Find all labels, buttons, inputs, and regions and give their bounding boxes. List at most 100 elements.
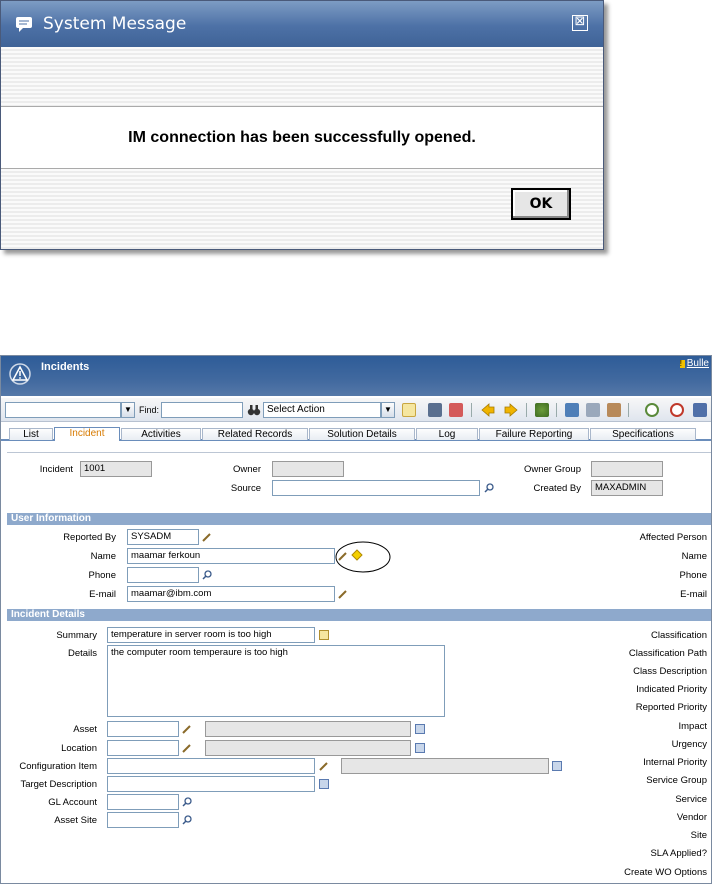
system-message-dialog: System Message ⊠ IM connection has been … [0,0,604,250]
bulletin-link[interactable]: ! Bulle [679,358,709,369]
toolbar-separator [526,403,527,417]
long-description-icon[interactable] [319,630,329,640]
long-description-icon[interactable] [415,743,425,753]
phone-label: Phone [88,570,116,581]
ci-description-field [341,758,549,774]
app-header: Incidents ! Bulle [1,356,711,396]
service-label: Service [675,794,707,805]
tab-activities[interactable]: Activities [121,428,201,440]
name-field[interactable]: maamar ferkoun [127,548,335,564]
reported-by-field[interactable]: SYSADM [127,529,199,545]
tab-related-records[interactable]: Related Records [202,428,308,440]
tab-failure-reporting[interactable]: Failure Reporting [479,428,589,440]
saved-query-select[interactable] [5,402,121,418]
search-icon[interactable] [182,815,192,825]
tab-specifications[interactable]: Specifications [590,428,696,440]
gl-account-field[interactable] [107,794,179,810]
highlight-ellipse [335,541,391,573]
binoculars-icon[interactable] [247,403,261,417]
dialog-message: IM connection has been successfully open… [1,107,603,169]
source-field[interactable] [272,480,480,496]
search-icon[interactable] [182,797,192,807]
affected-name-label: Name [681,551,707,562]
clear-icon[interactable] [449,403,463,417]
search-icon[interactable] [484,483,494,493]
service-group-label: Service Group [646,775,707,786]
find-label: Find: [139,405,160,415]
create-ticket-icon[interactable] [607,403,621,417]
asset-site-label: Asset Site [54,815,97,826]
search-icon[interactable] [202,570,212,580]
dialog-top-band [1,47,603,107]
target-description-field[interactable] [107,776,315,792]
saved-query-dropdown[interactable]: ▼ [121,402,135,418]
tab-solution-details[interactable]: Solution Details [309,428,415,440]
affected-email-label: E-mail [680,589,707,600]
long-description-icon[interactable] [552,761,562,771]
long-description-icon[interactable] [415,724,425,734]
people-icon[interactable] [565,403,579,417]
location-label: Location [61,743,97,754]
owner-group-label: Owner Group [523,464,581,475]
detail-menu-icon[interactable] [182,743,192,753]
previous-record-icon[interactable] [481,403,495,417]
asset-field[interactable] [107,721,179,737]
user-information-section[interactable]: User Information [7,513,711,525]
summary-field[interactable]: temperature in server room is too high [107,627,315,643]
warning-icon [9,363,31,385]
details-label: Details [67,648,97,659]
source-label: Source [230,483,261,494]
gl-account-label: GL Account [48,797,97,808]
new-record-icon[interactable] [402,403,416,417]
start-timer-icon[interactable] [645,403,659,417]
toolbar-separator [628,403,629,417]
site-label: Site [690,830,707,841]
help-book-icon[interactable] [693,403,707,417]
details-textarea[interactable]: the computer room temperaure is too high [107,645,445,717]
tab-bar: List Incident Activities Related Records… [1,427,711,441]
created-by-label: Created By [533,483,581,494]
workflow-icon[interactable] [535,403,549,417]
detail-menu-icon[interactable] [338,589,348,599]
vendor-label: Vendor [676,812,707,823]
incident-details-section[interactable]: Incident Details [7,609,711,621]
view-list-icon[interactable] [586,403,600,417]
select-action-select[interactable]: Select Action [263,402,381,418]
long-description-icon[interactable] [319,779,329,789]
bulletin-icon: ! [679,360,685,368]
header-divider [7,452,711,453]
close-icon[interactable]: ⊠ [572,15,588,31]
stop-timer-icon[interactable] [670,403,684,417]
dialog-title: System Message [43,14,187,34]
find-input[interactable] [161,402,243,418]
classification-path-label: Classification Path [628,648,707,659]
sla-applied-label: SLA Applied? [650,848,707,859]
location-field[interactable] [107,740,179,756]
phone-field[interactable] [127,567,199,583]
toolbar: ▼ Find: Select Action ▼ [1,398,711,422]
asset-site-field[interactable] [107,812,179,828]
configuration-item-label: Configuration Item [19,761,97,772]
dialog-button-band: OK [1,169,603,249]
incident-label: Incident [39,464,73,475]
internal-priority-label: Internal Priority [643,757,707,768]
tab-incident[interactable]: Incident [54,427,120,441]
configuration-item-field[interactable] [107,758,315,774]
detail-menu-icon[interactable] [202,532,212,542]
select-action-dropdown[interactable]: ▼ [381,402,395,418]
detail-menu-icon[interactable] [182,724,192,734]
reported-by-label: Reported By [63,532,116,543]
ok-button[interactable]: OK [511,188,571,220]
email-field[interactable]: maamar@ibm.com [127,586,335,602]
dialog-title-bar[interactable]: System Message ⊠ [1,1,603,47]
tab-list[interactable]: List [9,428,53,440]
affected-person-label: Affected Person [639,532,707,543]
next-record-icon[interactable] [504,403,518,417]
asset-label: Asset [73,724,97,735]
created-by-field: MAXADMIN [591,480,663,496]
toolbar-separator [471,403,472,417]
incidents-window: Incidents ! Bulle ▼ Find: Select Action ▼… [0,355,712,884]
tab-log[interactable]: Log [416,428,478,440]
save-icon[interactable] [428,403,442,417]
detail-menu-icon[interactable] [319,761,329,771]
